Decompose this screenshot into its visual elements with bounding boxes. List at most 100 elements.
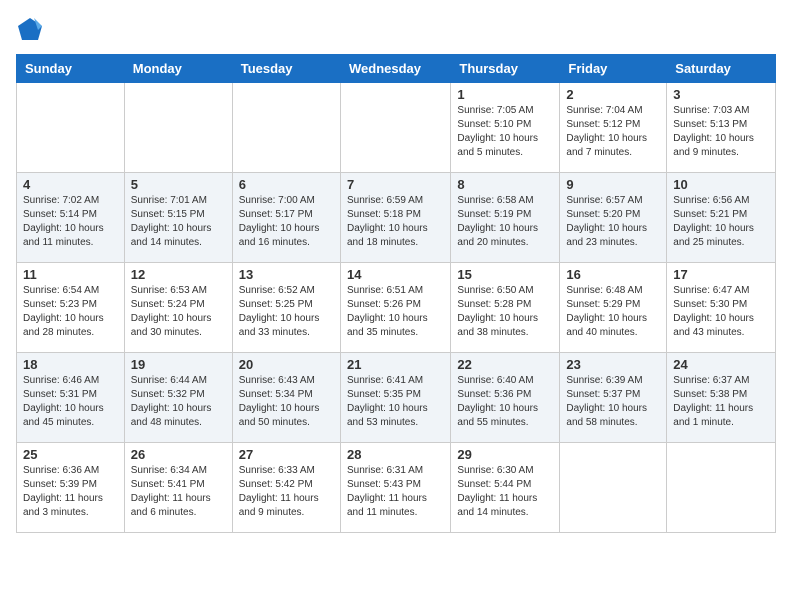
day-info: Sunrise: 6:34 AMSunset: 5:41 PMDaylight:… <box>131 464 226 520</box>
day-number: 25 <box>23 447 118 462</box>
calendar-cell: 2Sunrise: 7:04 AMSunset: 5:12 PMDaylight… <box>560 83 667 173</box>
header-cell-thursday: Thursday <box>451 55 560 83</box>
calendar-cell: 20 Sunrise: 6:43 AMSunset: 5:34 PMDayligh… <box>232 353 340 443</box>
day-number: 16 <box>566 267 660 282</box>
calendar-cell: 9 Sunrise: 6:57 AMSunset: 5:20 PMDaylight… <box>560 173 667 263</box>
calendar-cell: 17 Sunrise: 6:47 AMSunset: 5:30 PMDayligh… <box>667 263 776 353</box>
day-info: Sunrise: 6:47 AMSunset: 5:30 PMDaylight:… <box>673 284 769 340</box>
day-number: 9 <box>566 177 660 192</box>
day-info: Sunrise: 6:53 AMSunset: 5:24 PMDaylight:… <box>131 284 226 340</box>
day-number: 26 <box>131 447 226 462</box>
day-info: Sunrise: 7:01 AMSunset: 5:15 PMDaylight:… <box>131 194 226 250</box>
day-number: 5 <box>131 177 226 192</box>
calendar-cell: 15Sunrise: 6:50 AMSunset: 5:28 PMDayligh… <box>451 263 560 353</box>
calendar-cell: 23 Sunrise: 6:39 AMSunset: 5:37 PMDayligh… <box>560 353 667 443</box>
calendar-cell: 6 Sunrise: 7:00 AMSunset: 5:17 PMDaylight… <box>232 173 340 263</box>
calendar-cell: 8 Sunrise: 6:58 AMSunset: 5:19 PMDaylight… <box>451 173 560 263</box>
day-number: 6 <box>239 177 334 192</box>
header-cell-monday: Monday <box>124 55 232 83</box>
day-number: 20 <box>239 357 334 372</box>
calendar-cell: 25 Sunrise: 6:36 AMSunset: 5:39 PMDayligh… <box>17 443 125 533</box>
day-number: 13 <box>239 267 334 282</box>
page-header <box>16 16 776 44</box>
calendar-cell: 22 Sunrise: 6:40 AMSunset: 5:36 PMDayligh… <box>451 353 560 443</box>
calendar-cell: 29 Sunrise: 6:30 AMSunset: 5:44 PMDayligh… <box>451 443 560 533</box>
calendar-week-5: 25 Sunrise: 6:36 AMSunset: 5:39 PMDayligh… <box>17 443 776 533</box>
day-info: Sunrise: 6:43 AMSunset: 5:34 PMDaylight:… <box>239 374 334 430</box>
header-cell-wednesday: Wednesday <box>340 55 450 83</box>
day-number: 3 <box>673 87 769 102</box>
calendar-cell: 10 Sunrise: 6:56 AMSunset: 5:21 PMDayligh… <box>667 173 776 263</box>
day-number: 4 <box>23 177 118 192</box>
day-number: 14 <box>347 267 444 282</box>
calendar-cell: 18 Sunrise: 6:46 AMSunset: 5:31 PMDayligh… <box>17 353 125 443</box>
calendar-cell <box>232 83 340 173</box>
calendar-cell <box>340 83 450 173</box>
logo-icon <box>16 16 44 44</box>
calendar-cell: 1 Sunrise: 7:05 AMSunset: 5:10 PMDaylight… <box>451 83 560 173</box>
day-info: Sunrise: 6:31 AMSunset: 5:43 PMDaylight:… <box>347 464 444 520</box>
day-number: 22 <box>457 357 553 372</box>
calendar-week-1: 1 Sunrise: 7:05 AMSunset: 5:10 PMDaylight… <box>17 83 776 173</box>
calendar-cell: 16 Sunrise: 6:48 AMSunset: 5:29 PMDayligh… <box>560 263 667 353</box>
calendar-cell: 4 Sunrise: 7:02 AMSunset: 5:14 PMDaylight… <box>17 173 125 263</box>
calendar-week-3: 11Sunrise: 6:54 AMSunset: 5:23 PMDayligh… <box>17 263 776 353</box>
calendar-cell: 21 Sunrise: 6:41 AMSunset: 5:35 PMDayligh… <box>340 353 450 443</box>
calendar-cell: 26 Sunrise: 6:34 AMSunset: 5:41 PMDayligh… <box>124 443 232 533</box>
day-number: 27 <box>239 447 334 462</box>
day-info: Sunrise: 7:03 AMSunset: 5:13 PMDaylight:… <box>673 104 769 160</box>
day-number: 24 <box>673 357 769 372</box>
day-number: 1 <box>457 87 553 102</box>
day-info: Sunrise: 6:30 AMSunset: 5:44 PMDaylight:… <box>457 464 553 520</box>
calendar-cell <box>560 443 667 533</box>
day-info: Sunrise: 6:36 AMSunset: 5:39 PMDaylight:… <box>23 464 118 520</box>
header-cell-friday: Friday <box>560 55 667 83</box>
day-number: 18 <box>23 357 118 372</box>
day-info: Sunrise: 6:33 AMSunset: 5:42 PMDaylight:… <box>239 464 334 520</box>
header-cell-sunday: Sunday <box>17 55 125 83</box>
day-number: 19 <box>131 357 226 372</box>
logo <box>16 16 48 44</box>
day-number: 29 <box>457 447 553 462</box>
day-number: 11 <box>23 267 118 282</box>
calendar-cell: 7 Sunrise: 6:59 AMSunset: 5:18 PMDaylight… <box>340 173 450 263</box>
day-info: Sunrise: 7:02 AMSunset: 5:14 PMDaylight:… <box>23 194 118 250</box>
day-number: 7 <box>347 177 444 192</box>
day-number: 21 <box>347 357 444 372</box>
day-info: Sunrise: 7:00 AMSunset: 5:17 PMDaylight:… <box>239 194 334 250</box>
day-number: 10 <box>673 177 769 192</box>
calendar-week-2: 4 Sunrise: 7:02 AMSunset: 5:14 PMDaylight… <box>17 173 776 263</box>
day-number: 8 <box>457 177 553 192</box>
calendar-cell <box>124 83 232 173</box>
day-info: Sunrise: 6:46 AMSunset: 5:31 PMDaylight:… <box>23 374 118 430</box>
day-info: Sunrise: 6:40 AMSunset: 5:36 PMDaylight:… <box>457 374 553 430</box>
day-info: Sunrise: 6:59 AMSunset: 5:18 PMDaylight:… <box>347 194 444 250</box>
day-info: Sunrise: 6:39 AMSunset: 5:37 PMDaylight:… <box>566 374 660 430</box>
header-cell-tuesday: Tuesday <box>232 55 340 83</box>
day-info: Sunrise: 6:37 AMSunset: 5:38 PMDaylight:… <box>673 374 769 430</box>
day-number: 12 <box>131 267 226 282</box>
calendar-header: SundayMondayTuesdayWednesdayThursdayFrid… <box>17 55 776 83</box>
calendar-cell: 19Sunrise: 6:44 AMSunset: 5:32 PMDayligh… <box>124 353 232 443</box>
calendar-table: SundayMondayTuesdayWednesdayThursdayFrid… <box>16 54 776 533</box>
calendar-cell: 13Sunrise: 6:52 AMSunset: 5:25 PMDayligh… <box>232 263 340 353</box>
day-info: Sunrise: 6:56 AMSunset: 5:21 PMDaylight:… <box>673 194 769 250</box>
calendar-cell: 3 Sunrise: 7:03 AMSunset: 5:13 PMDaylight… <box>667 83 776 173</box>
day-number: 17 <box>673 267 769 282</box>
day-info: Sunrise: 7:05 AMSunset: 5:10 PMDaylight:… <box>457 104 553 160</box>
day-number: 2 <box>566 87 660 102</box>
calendar-cell: 12 Sunrise: 6:53 AMSunset: 5:24 PMDayligh… <box>124 263 232 353</box>
day-info: Sunrise: 6:51 AMSunset: 5:26 PMDaylight:… <box>347 284 444 340</box>
calendar-cell: 5 Sunrise: 7:01 AMSunset: 5:15 PMDaylight… <box>124 173 232 263</box>
header-row: SundayMondayTuesdayWednesdayThursdayFrid… <box>17 55 776 83</box>
day-info: Sunrise: 6:41 AMSunset: 5:35 PMDaylight:… <box>347 374 444 430</box>
day-info: Sunrise: 6:48 AMSunset: 5:29 PMDaylight:… <box>566 284 660 340</box>
calendar-cell: 14 Sunrise: 6:51 AMSunset: 5:26 PMDayligh… <box>340 263 450 353</box>
day-info: Sunrise: 6:58 AMSunset: 5:19 PMDaylight:… <box>457 194 553 250</box>
day-number: 15 <box>457 267 553 282</box>
day-number: 23 <box>566 357 660 372</box>
calendar-body: 1 Sunrise: 7:05 AMSunset: 5:10 PMDaylight… <box>17 83 776 533</box>
calendar-cell <box>17 83 125 173</box>
calendar-cell: 28Sunrise: 6:31 AMSunset: 5:43 PMDayligh… <box>340 443 450 533</box>
day-info: Sunrise: 6:57 AMSunset: 5:20 PMDaylight:… <box>566 194 660 250</box>
